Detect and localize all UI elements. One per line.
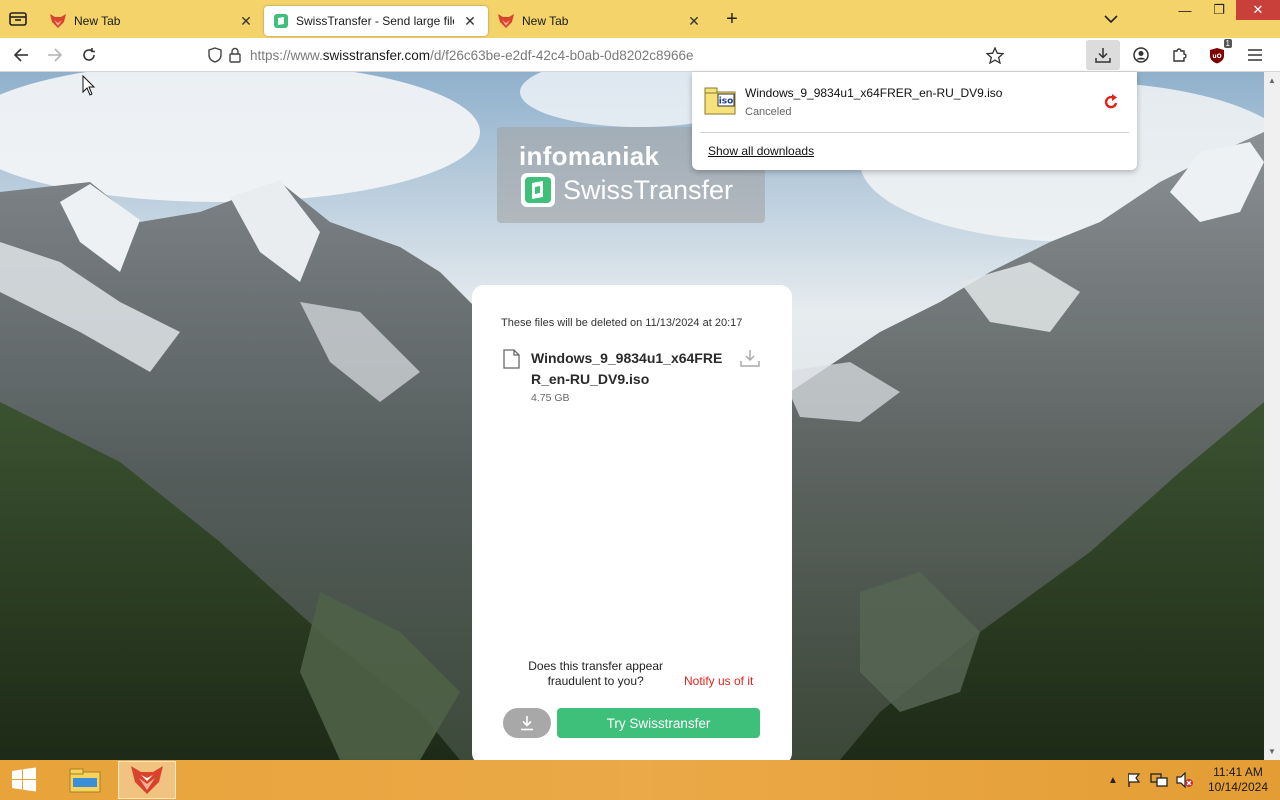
minimize-button[interactable]: — bbox=[1168, 0, 1202, 22]
scroll-down-icon[interactable]: ▼ bbox=[1268, 747, 1276, 756]
tab-close-icon[interactable]: ✕ bbox=[238, 13, 254, 29]
file-download-icon[interactable] bbox=[740, 349, 760, 367]
tab-swisstransfer[interactable]: SwissTransfer - Send large files ✕ bbox=[264, 6, 488, 36]
taskbar-browser[interactable] bbox=[118, 761, 176, 799]
page-content: infomaniak SwissTransfer These files wil… bbox=[0, 72, 1264, 760]
fraud-question: Does this transfer appear fraudulent to … bbox=[528, 659, 664, 688]
iso-icon-label: iso bbox=[719, 97, 734, 107]
expiry-notice: These files will be deleted on 11/13/202… bbox=[501, 317, 743, 329]
show-all-downloads-button[interactable]: Show all downloads bbox=[708, 144, 814, 158]
forward-button[interactable] bbox=[38, 40, 72, 70]
retry-download-icon[interactable] bbox=[1103, 94, 1119, 110]
swisstransfer-wordmark: SwissTransfer bbox=[563, 174, 734, 205]
window-controls: — ❐ ✕ bbox=[1094, 0, 1280, 38]
restore-icon: ❐ bbox=[1213, 2, 1225, 17]
download-item-name[interactable]: Windows_9_9834u1_x64FRER_en-RU_DV9.iso bbox=[745, 86, 1002, 100]
network-icon[interactable] bbox=[1150, 772, 1168, 788]
plus-icon: + bbox=[726, 7, 738, 30]
browser-fox-icon bbox=[498, 14, 514, 28]
system-tray: ▲ 11:41 AM 10/14/2024 bbox=[1108, 760, 1268, 800]
windows-taskbar: ▲ 11:41 AM 10/14/2024 bbox=[0, 760, 1280, 800]
tab-bar: New Tab ✕ SwissTransfer - Send large fil… bbox=[0, 0, 1280, 38]
file-explorer-icon bbox=[69, 768, 101, 793]
extensions-button[interactable] bbox=[1162, 40, 1196, 70]
firefox-view-button[interactable] bbox=[0, 0, 36, 38]
toolbar-right: uO 1 bbox=[1086, 38, 1272, 72]
page-scrollbar[interactable]: ▲ ▼ bbox=[1264, 72, 1280, 760]
taskbar-file-explorer[interactable] bbox=[56, 761, 114, 799]
download-icon bbox=[1095, 48, 1111, 63]
browser-fox-icon bbox=[131, 766, 163, 794]
tab-new-tab-2[interactable]: New Tab ✕ bbox=[488, 6, 712, 36]
close-icon: ✕ bbox=[1252, 2, 1264, 17]
back-button[interactable] bbox=[4, 40, 38, 70]
app-menu-button[interactable] bbox=[1238, 40, 1272, 70]
clock-date: 10/14/2024 bbox=[1207, 780, 1268, 794]
swisstransfer-logo-icon bbox=[521, 173, 555, 207]
swisstransfer-brand: SwissTransfer bbox=[521, 173, 733, 207]
restore-button[interactable]: ❐ bbox=[1202, 0, 1236, 22]
taskbar-clock[interactable]: 11:41 AM 10/14/2024 bbox=[1208, 765, 1268, 795]
list-all-tabs-button[interactable] bbox=[1094, 7, 1128, 31]
ublock-badge: 1 bbox=[1223, 39, 1232, 48]
show-hidden-icons-button[interactable]: ▲ bbox=[1108, 775, 1118, 786]
reload-icon bbox=[83, 47, 95, 61]
start-button[interactable] bbox=[0, 760, 48, 800]
downloads-button[interactable] bbox=[1086, 40, 1120, 70]
action-center-flag-icon[interactable] bbox=[1126, 772, 1142, 788]
iso-file-icon: iso bbox=[704, 87, 736, 115]
close-window-button[interactable]: ✕ bbox=[1236, 0, 1280, 20]
swisstransfer-favicon-icon bbox=[274, 14, 288, 28]
browser-fox-icon bbox=[50, 14, 66, 28]
ublock-shield-icon: uO bbox=[1210, 47, 1224, 63]
file-icon bbox=[503, 349, 520, 369]
url-bar[interactable]: https://www.swisstransfer.com/d/f26c63be… bbox=[208, 41, 1014, 69]
hamburger-menu-icon bbox=[1248, 49, 1262, 61]
tab-title: SwissTransfer - Send large files bbox=[296, 14, 454, 28]
tracking-protection-shield-icon[interactable] bbox=[208, 47, 222, 63]
tab-close-icon[interactable]: ✕ bbox=[462, 13, 478, 29]
navigation-toolbar: https://www.swisstransfer.com/d/f26c63be… bbox=[0, 38, 1280, 72]
account-button[interactable] bbox=[1124, 40, 1158, 70]
account-icon bbox=[1133, 47, 1149, 63]
scroll-up-icon[interactable]: ▲ bbox=[1268, 76, 1276, 85]
transfer-card: These files will be deleted on 11/13/202… bbox=[472, 285, 792, 760]
url-text: https://www.swisstransfer.com/d/f26c63be… bbox=[250, 47, 694, 63]
tab-close-icon[interactable]: ✕ bbox=[686, 13, 702, 29]
panel-divider bbox=[700, 132, 1129, 133]
chevron-down-icon bbox=[1104, 15, 1118, 23]
reload-button[interactable] bbox=[72, 40, 106, 70]
download-icon bbox=[521, 716, 533, 731]
try-swisstransfer-button[interactable]: Try Swisstransfer bbox=[557, 708, 760, 738]
firefox-view-icon bbox=[9, 12, 27, 26]
download-item-status: Canceled bbox=[745, 106, 792, 118]
forward-arrow-icon bbox=[48, 47, 63, 62]
tab-title: New Tab bbox=[522, 14, 569, 28]
windows-logo-icon bbox=[12, 767, 36, 792]
file-name: Windows_9_9834u1_x64FRER_en-RU_DV9.iso bbox=[531, 350, 723, 387]
lock-icon[interactable] bbox=[228, 47, 242, 63]
back-arrow-icon bbox=[13, 47, 28, 62]
infomaniak-wordmark: infomaniak bbox=[519, 141, 660, 171]
puzzle-piece-icon bbox=[1173, 48, 1187, 62]
mouse-cursor-icon bbox=[82, 75, 96, 96]
notify-link[interactable]: Notify us of it bbox=[684, 674, 753, 688]
fraud-report: Does this transfer appear fraudulent to … bbox=[472, 659, 792, 689]
speaker-muted-icon[interactable] bbox=[1176, 772, 1194, 788]
download-all-button[interactable] bbox=[503, 708, 551, 738]
clock-time: 11:41 AM bbox=[1213, 765, 1263, 779]
ublock-origin-button[interactable]: uO 1 bbox=[1200, 39, 1234, 70]
bookmark-star-icon[interactable] bbox=[986, 47, 1004, 64]
tab-new-tab-1[interactable]: New Tab ✕ bbox=[40, 6, 264, 36]
minimize-icon: — bbox=[1178, 2, 1192, 18]
tab-title: New Tab bbox=[74, 14, 121, 28]
new-tab-button[interactable]: + bbox=[718, 5, 746, 33]
file-size: 4.75 GB bbox=[531, 392, 570, 404]
svg-text:uO: uO bbox=[1212, 53, 1221, 60]
downloads-panel: iso Windows_9_9834u1_x64FRER_en-RU_DV9.i… bbox=[692, 72, 1137, 170]
